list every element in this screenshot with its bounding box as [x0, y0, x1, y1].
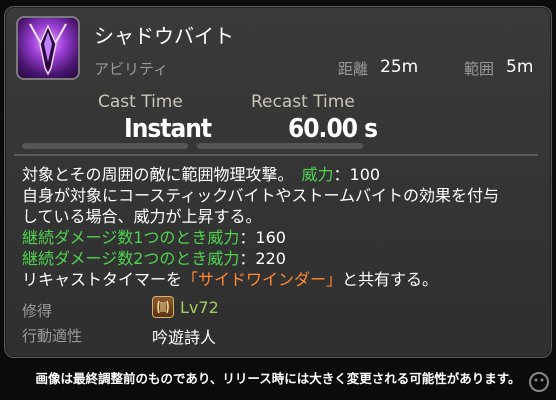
description-line-1: 対象とその周囲の敵に範囲物理攻撃。 威力：100 [22, 164, 380, 185]
description-line-5: 継続ダメージ数2つのとき威力：220 [22, 248, 286, 269]
potency-label: 威力 [301, 165, 334, 184]
affinity-label: 行動適性 [22, 327, 83, 345]
description-line-6: リキャストタイマーを「サイドワインダー」と共有する。 [22, 269, 438, 290]
description-line-3: している場合、威力が上昇する。 [22, 207, 262, 226]
recast-time-bar [197, 143, 363, 149]
range-label: 距離 [338, 60, 369, 78]
watermark-logo-icon [528, 370, 550, 394]
cast-time-value: Instant [124, 114, 212, 144]
cast-time-bar [22, 143, 188, 149]
sidewinder-link: 「サイドワインダー」 [182, 270, 343, 289]
disclaimer-notice: 画像は最終調整前のものであり、リリース時には大きく変更される可能性があります。 [35, 371, 521, 386]
description-text: 対象とその周囲の敵に範囲物理攻撃。 [22, 165, 302, 184]
dot-2-potency-value: ：220 [239, 249, 286, 268]
potency-value: ：100 [333, 165, 381, 184]
shared-recast-prefix: リキャストタイマーを [22, 270, 183, 289]
shared-recast-suffix: と共有する。 [342, 270, 439, 289]
description-line-4: 継続ダメージ数1つのとき威力：160 [22, 227, 286, 248]
dot-1-potency-value: ：160 [239, 228, 286, 247]
section-divider [14, 154, 538, 156]
dot-1-potency-label: 継続ダメージ数1つのとき威力 [22, 228, 240, 247]
cast-time-label: Cast Time [98, 92, 183, 112]
dot-2-potency-label: 継続ダメージ数2つのとき威力 [22, 249, 240, 268]
description-line-2: 自身が対象にコースティックバイトやストームバイトの効果を付与 [22, 186, 499, 205]
action-category: アビリティ [94, 60, 169, 78]
radius-label: 範囲 [464, 60, 495, 78]
bard-job-icon [152, 296, 174, 318]
acquired-level: Lv72 [180, 298, 219, 317]
recast-time-label: Recast Time [251, 92, 355, 112]
action-name: シャドウバイト [94, 24, 234, 48]
affinity-job: 吟遊詩人 [152, 328, 217, 347]
radius-value: 5m [506, 57, 534, 77]
recast-time-value: 60.00 s [288, 114, 378, 144]
shadowbite-action-icon [16, 16, 80, 80]
range-value: 25m [380, 57, 419, 77]
acquired-label: 修得 [22, 302, 53, 320]
